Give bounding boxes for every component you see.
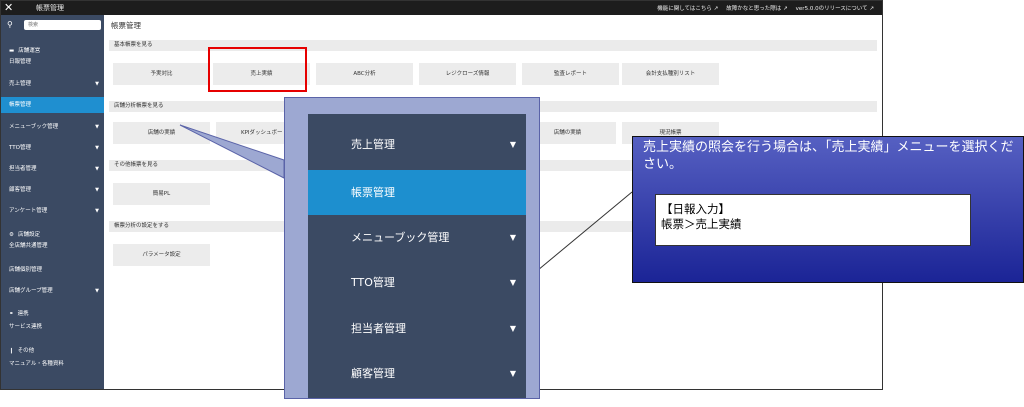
instruction-note: 売上実績の照会を行う場合は、「売上実績」メニューを選択ください。 【日報入力】 … [632, 136, 1024, 283]
sidebar-item-customer[interactable]: 顧客管理 ▼ [1, 182, 104, 198]
sidebar-item-service[interactable]: サービス連携 [1, 319, 104, 335]
release-link[interactable]: ver5.0.0のリリースについて ↗ [796, 4, 874, 12]
chevron-down-icon: ▼ [95, 166, 99, 172]
report-button-audit[interactable]: 監査レポート [522, 63, 619, 85]
report-button-payment-types[interactable]: 会計支払種別リスト [622, 63, 719, 85]
chevron-down-icon: ▼ [95, 288, 99, 294]
section-store: ▬ 店舗運営 [9, 48, 41, 54]
report-button-simple-pl[interactable]: 簡易PL [113, 183, 210, 205]
page-title: 帳票管理 [111, 21, 141, 30]
top-bar: ✕ 帳票管理 機能に関してはこちら ↗ 故障かなと思った際は ↗ ver5.0.… [1, 1, 882, 15]
link-icon: ⚭ [9, 311, 14, 317]
chevron-down-icon: ▼ [509, 369, 516, 378]
zoom-item-customer[interactable]: 顧客管理 ▼ [308, 351, 526, 396]
report-button-store-results[interactable]: 店舗の実績 [113, 122, 210, 144]
sidebar-search: ⚲ [5, 19, 101, 31]
report-button-register-close[interactable]: レジクローズ情報 [419, 63, 516, 85]
zoom-item-menubook[interactable]: メニューブック管理 ▼ [308, 215, 526, 260]
section-store-settings: ⚙ 店舗設定 [9, 232, 40, 238]
report-button-budget[interactable]: 予実対比 [113, 63, 210, 85]
zoom-item-staff[interactable]: 担当者管理 ▼ [308, 306, 526, 351]
zoom-item-sales[interactable]: 売上管理 ▼ [308, 122, 526, 167]
note-box-line2: 帳票＞売上実績 [661, 217, 742, 231]
sidebar-item-survey[interactable]: アンケート管理 ▼ [1, 203, 104, 219]
sidebar-item-sales[interactable]: 売上管理 ▼ [1, 76, 104, 92]
section-other: ❙ その他 [9, 348, 35, 354]
chevron-down-icon: ▼ [95, 208, 99, 214]
sidebar-item-daily[interactable]: 日報管理 [1, 54, 104, 70]
chevron-down-icon: ▼ [509, 324, 516, 333]
sidebar-item-common[interactable]: 全店舗共通管理 [1, 238, 104, 254]
search-icon: ⚲ [7, 20, 13, 29]
sidebar-item-group[interactable]: 店舗グループ管理 ▼ [1, 283, 104, 299]
app-title: 帳票管理 [36, 4, 64, 12]
info-icon: ❙ [9, 348, 14, 354]
note-text: 売上実績の照会を行う場合は、「売上実績」メニューを選択ください。 [643, 140, 1014, 172]
sidebar: ⚲ ▬店舗運営 日報管理 売上管理▼ 帳票管理 メニューブック管理▼ TTO管理… [1, 15, 104, 389]
highlight-box [208, 47, 307, 92]
report-button-abc[interactable]: ABC分析 [316, 63, 413, 85]
help-link[interactable]: 機能に関してはこちら ↗ [657, 4, 718, 12]
note-box-line1: 【日報入力】 [661, 202, 730, 216]
sidebar-item-tto[interactable]: TTO管理 ▼ [1, 140, 104, 156]
trouble-link[interactable]: 故障かなと思った際は ↗ [726, 4, 787, 12]
sidebar-item-individual[interactable]: 店舗個別管理 [1, 262, 104, 278]
zoom-item-tto[interactable]: TTO管理 ▼ [308, 260, 526, 305]
chevron-down-icon: ▼ [95, 81, 99, 87]
sidebar-item-manual[interactable]: マニュアル・各種資料 [1, 356, 104, 372]
zoom-menu: 売上管理 ▼ 帳票管理 メニューブック管理 ▼ TTO管理 ▼ 担当者管理 ▼ 顧客管理… [308, 114, 526, 398]
zoom-item-reports[interactable]: 帳票管理 [308, 170, 526, 215]
section-link: ⚭ 連携 [9, 311, 29, 317]
chevron-down-icon: ▼ [509, 233, 516, 242]
chevron-down-icon: ▼ [95, 124, 99, 130]
close-icon[interactable]: ✕ [4, 1, 13, 14]
note-path-box: 【日報入力】 帳票＞売上実績 [655, 194, 971, 246]
top-links: 機能に関してはこちら ↗ 故障かなと思った際は ↗ ver5.0.0のリリースに… [657, 4, 874, 12]
report-button-parameters[interactable]: パラメータ設定 [113, 244, 210, 266]
sidebar-item-reports[interactable]: 帳票管理 [1, 97, 104, 113]
chevron-down-icon: ▼ [509, 278, 516, 287]
chevron-down-icon: ▼ [509, 140, 516, 149]
search-input[interactable] [24, 20, 101, 30]
chevron-down-icon: ▼ [95, 145, 99, 151]
sidebar-item-staff[interactable]: 担当者管理 ▼ [1, 161, 104, 177]
sidebar-item-menubook[interactable]: メニューブック管理 ▼ [1, 119, 104, 135]
chevron-down-icon: ▼ [95, 187, 99, 193]
